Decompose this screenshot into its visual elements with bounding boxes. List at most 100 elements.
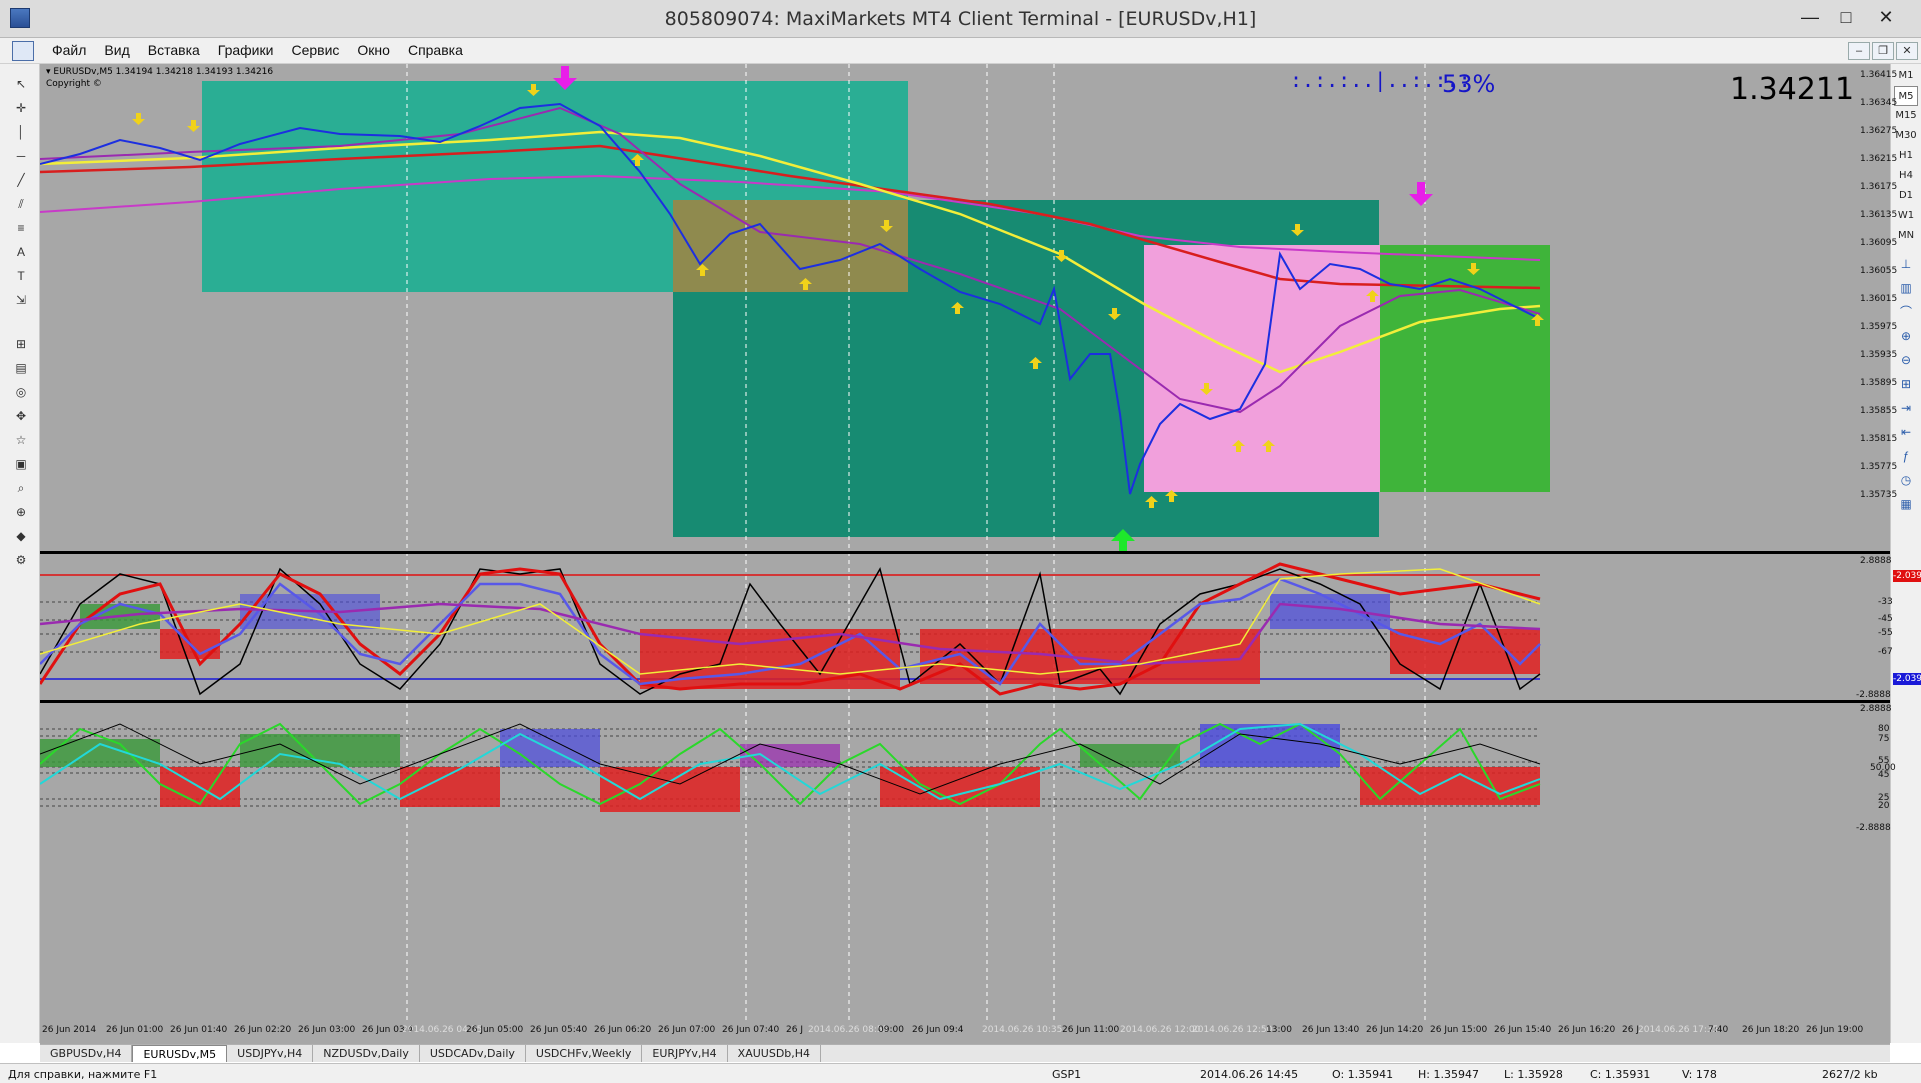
ind2-axis-label: 2.8888 [1860,704,1892,714]
price-label: 1.35935 [1860,350,1898,360]
chart-minimize-button[interactable]: – [1848,42,1870,60]
new-order-icon[interactable]: ⊕ [12,504,30,520]
status-profile: GSP1 [1052,1068,1082,1081]
timeframe-w1[interactable]: W1 [1894,206,1918,226]
price-label: 1.35775 [1860,462,1898,472]
price-label: 1.35855 [1860,406,1898,416]
time-label: 2014.06.26 17:35 [1638,1025,1719,1035]
time-label: 09:00 [878,1025,904,1035]
cursor-icon[interactable]: ↖ [12,76,30,92]
chart-window-icon[interactable] [12,41,34,61]
chart-info-line: ▾ EURUSDv,M5 1.34194 1.34218 1.34193 1.3… [46,67,274,77]
tab-eurusd[interactable]: EURUSDv,M5 [132,1045,228,1062]
status-close: C: 1.35931 [1590,1068,1651,1081]
time-label: 26 Jun 15:40 [1494,1025,1552,1035]
ind1-axis-label: 2.8888 [1860,556,1892,566]
minimize-button[interactable]: — [1790,3,1830,31]
time-label: 26 Jun 06:20 [594,1025,652,1035]
chart-shift-icon[interactable]: ⇤ [1897,424,1915,440]
crosshair-icon[interactable]: ✛ [12,100,30,116]
text-icon[interactable]: A [12,244,30,260]
fibonacci-icon[interactable]: ≡ [12,220,30,236]
bar-chart-icon[interactable]: ⊥ [1897,256,1915,272]
time-label: 26 Jun 19:00 [1806,1025,1864,1035]
drawing-toolbar: ↖ ✛ │ ─ ╱ ⫽ ≡ A T ⇲ ⊞ ▤ ◎ ✥ ☆ ▣ ⌕ ⊕ ◆ ⚙ [0,64,40,1043]
chart-restore-button[interactable]: ❐ [1872,42,1894,60]
navigator-icon[interactable]: ✥ [12,408,30,424]
timeframe-h1[interactable]: H1 [1894,146,1918,166]
tab-usdchf[interactable]: USDCHFv,Weekly [526,1045,643,1062]
vertical-line-icon[interactable]: │ [12,124,30,140]
terminal-icon[interactable]: ▣ [12,456,30,472]
periodicity-icon[interactable]: ◷ [1897,472,1915,488]
zoom-in-icon[interactable]: ⊕ [1897,328,1915,344]
status-open: O: 1.35941 [1332,1068,1394,1081]
status-volume: V: 178 [1682,1068,1717,1081]
price-label: 1.36175 [1860,182,1898,192]
close-button[interactable]: ✕ [1866,3,1906,31]
ind1-lower-tag: -2.03915 [1893,673,1921,685]
menu-help[interactable]: Справка [399,42,472,58]
copyright-label: Copyright © [46,79,102,89]
timeframe-m15[interactable]: M15 [1894,106,1918,126]
favorites-icon[interactable]: ☆ [12,432,30,448]
tab-usdjpy[interactable]: USDJPYv,H4 [227,1045,314,1062]
timeframe-d1[interactable]: D1 [1894,186,1918,206]
text-label-icon[interactable]: T [12,268,30,284]
arrows-icon[interactable]: ⇲ [12,292,30,308]
timeframe-m30[interactable]: M30 [1894,126,1918,146]
timeframe-m5[interactable]: M5 [1894,86,1918,106]
chart-close-button[interactable]: ✕ [1896,42,1918,60]
menu-insert[interactable]: Вставка [139,42,209,58]
time-label: 26 Jun 15:00 [1430,1025,1488,1035]
tab-gbpusd[interactable]: GBPUSDv,H4 [40,1045,133,1062]
menu-window[interactable]: Окно [348,42,399,58]
tab-nzdusd[interactable]: NZDUSDv,Daily [313,1045,420,1062]
menu-tools[interactable]: Сервис [282,42,348,58]
menu-view[interactable]: Вид [95,42,138,58]
timeframe-h4[interactable]: H4 [1894,166,1918,186]
indicators-icon[interactable]: ƒ [1897,448,1915,464]
ind1-axis-label: -45 [1878,614,1893,624]
trendline-icon[interactable]: ╱ [12,172,30,188]
tab-xauusd[interactable]: XAUUSDb,H4 [728,1045,822,1062]
time-label: 26 Jun 07:00 [658,1025,716,1035]
price-label: 1.35895 [1860,378,1898,388]
templates-icon[interactable]: ▦ [1897,496,1915,512]
zoom-out-icon[interactable]: ⊖ [1897,352,1915,368]
price-label: 1.36015 [1860,294,1898,304]
chart-canvas [40,64,1890,1024]
tab-usdcad[interactable]: USDCADv,Daily [420,1045,526,1062]
menu-file[interactable]: Файл [43,42,95,58]
status-bar: Для справки, нажмите F1 GSP1 2014.06.26 … [0,1063,1921,1083]
time-label: 26 Jun 07:40 [722,1025,780,1035]
current-price: 1.34211 [1730,72,1855,107]
chart-tabs: GBPUSDv,H4 EURUSDv,M5 USDJPYv,H4 NZDUSDv… [40,1044,1890,1062]
panel-separator [40,551,1890,554]
tester-icon[interactable]: ⌕ [12,480,30,496]
chart-window[interactable]: -2.03915 -2.03915 ▾ EURUSDv,M5 1.34194 1… [40,64,1921,1044]
autoscroll-icon[interactable]: ⇥ [1897,400,1915,416]
channel-icon[interactable]: ⫽ [12,196,30,212]
timeframe-mn[interactable]: MN [1894,226,1918,246]
horizontal-line-icon[interactable]: ─ [12,148,30,164]
time-label: 26 Jun 05:00 [466,1025,524,1035]
maximize-button[interactable]: □ [1826,3,1866,31]
tile-windows-icon[interactable]: ⊞ [1897,376,1915,392]
time-label: 2014.06.26 10:35 [982,1025,1063,1035]
settings-icon[interactable]: ⚙ [12,552,30,568]
timeframe-m1[interactable]: M1 [1894,66,1918,86]
candlestick-icon[interactable]: ▥ [1897,280,1915,296]
experts-icon[interactable]: ◆ [12,528,30,544]
price-label: 1.36415 [1860,70,1898,80]
tab-eurjpy[interactable]: EURJPYv,H4 [642,1045,728,1062]
new-chart-icon[interactable]: ⊞ [12,336,30,352]
profiles-icon[interactable]: ▤ [12,360,30,376]
price-label: 1.36055 [1860,266,1898,276]
time-label: 26 Jun 2014 [42,1025,97,1035]
time-label: 26 Jun 02:20 [234,1025,292,1035]
menu-charts[interactable]: Графики [209,42,283,58]
line-chart-icon[interactable]: ⌒ [1897,304,1915,320]
market-watch-icon[interactable]: ◎ [12,384,30,400]
percent-label: 53% [1442,70,1496,98]
